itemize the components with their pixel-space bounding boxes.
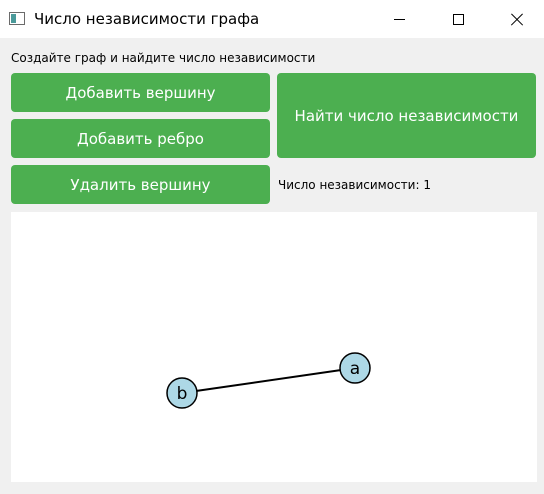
graph-vertex-a[interactable]: a <box>339 352 371 384</box>
find-independence-number-button[interactable]: Найти число независимости <box>277 73 536 158</box>
vertex-label: b <box>177 384 188 404</box>
maximize-button[interactable] <box>429 0 487 38</box>
close-icon <box>510 12 524 26</box>
add-vertex-button[interactable]: Добавить вершину <box>11 73 270 112</box>
graph-edge <box>181 367 356 394</box>
graph-drawing: a b <box>166 352 371 409</box>
title-bar[interactable]: Число независимости графа <box>0 0 544 38</box>
app-window-icon <box>9 12 25 25</box>
add-edge-button[interactable]: Добавить ребро <box>11 119 270 158</box>
vertex-label: a <box>350 359 360 379</box>
graph-vertex-b[interactable]: b <box>166 377 198 409</box>
close-button[interactable] <box>488 0 544 38</box>
window-title: Число независимости графа <box>34 10 260 28</box>
delete-vertex-button[interactable]: Удалить вершину <box>11 165 270 204</box>
independence-number-result: Число независимости: 1 <box>278 178 431 192</box>
graph-canvas[interactable]: a b <box>11 212 537 482</box>
minimize-button[interactable] <box>370 0 428 38</box>
instruction-label: Создайте граф и найдите число независимо… <box>11 51 316 65</box>
maximize-icon <box>452 13 464 25</box>
minimize-icon <box>393 18 405 20</box>
